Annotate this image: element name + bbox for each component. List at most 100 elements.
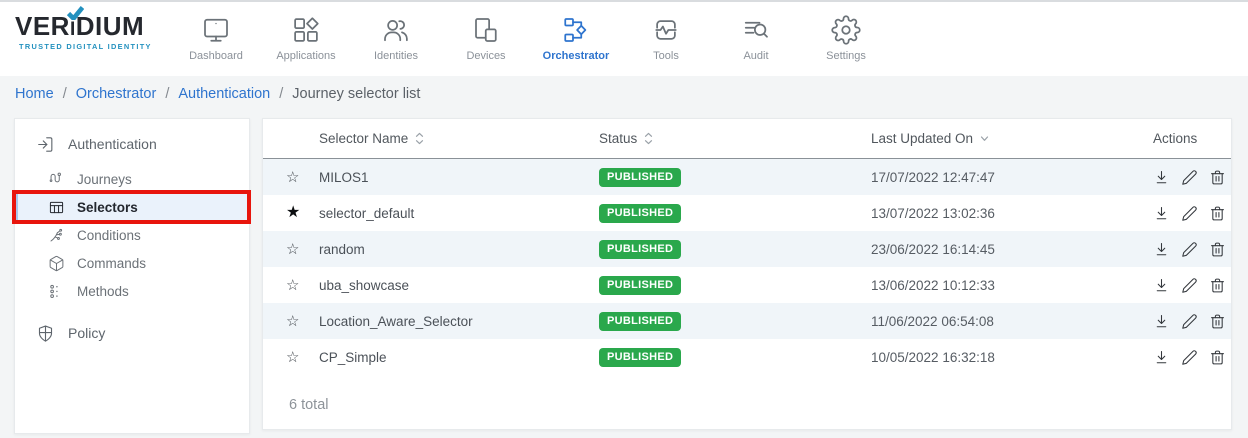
breadcrumb: Home / Orchestrator / Authentication / J… xyxy=(15,86,420,102)
table-row[interactable]: ☆ random PUBLISHED 23/06/2022 16:14:45 xyxy=(263,231,1231,267)
delete-button[interactable] xyxy=(1209,169,1226,186)
column-header-actions: Actions xyxy=(1131,131,1231,146)
nav-item-settings[interactable]: Settings xyxy=(801,2,891,78)
download-button[interactable] xyxy=(1153,241,1170,258)
brand-tagline: TRUSTED DIGITAL IDENTITY xyxy=(15,42,152,51)
delete-button[interactable] xyxy=(1209,205,1226,222)
favorite-star[interactable]: ☆ xyxy=(263,170,307,185)
breadcrumb-link-home[interactable]: Home xyxy=(15,86,54,102)
check-swoosh-icon xyxy=(67,5,84,24)
sidebar-item-authentication[interactable]: Authentication xyxy=(15,130,249,158)
selector-name-cell: selector_default xyxy=(307,206,591,221)
column-header-last-updated[interactable]: Last Updated On xyxy=(861,131,1131,146)
edit-button[interactable] xyxy=(1181,313,1198,330)
row-actions xyxy=(1131,241,1231,258)
nav-item-label: Tools xyxy=(653,50,679,62)
nav-item-label: Audit xyxy=(743,50,768,62)
sidebar-item-label: Selectors xyxy=(77,200,138,215)
sidebar-item-policy[interactable]: Policy xyxy=(15,319,249,347)
row-actions xyxy=(1131,313,1231,330)
download-button[interactable] xyxy=(1153,349,1170,366)
sidebar-item-commands[interactable]: Commands xyxy=(15,249,249,277)
sidebar-item-label: Conditions xyxy=(77,228,141,243)
delete-button[interactable] xyxy=(1209,349,1226,366)
nav-item-audit[interactable]: Audit xyxy=(711,2,801,78)
sidebar-item-methods[interactable]: Methods xyxy=(15,277,249,305)
identities-people-icon xyxy=(381,13,411,47)
login-icon xyxy=(36,135,55,154)
edit-button[interactable] xyxy=(1181,241,1198,258)
sort-desc-icon[interactable] xyxy=(980,135,989,143)
nav-item-label: Devices xyxy=(466,50,505,62)
table-footer: 6 total xyxy=(263,375,1231,413)
edit-button[interactable] xyxy=(1181,349,1198,366)
row-actions xyxy=(1131,277,1231,294)
sidebar-item-conditions[interactable]: Conditions xyxy=(15,221,249,249)
updated-on-cell: 17/07/2022 12:47:47 xyxy=(861,170,1131,185)
sidebar: Authentication Journeys Selectors Condit… xyxy=(14,118,250,434)
status-badge: PUBLISHED xyxy=(599,240,681,259)
sort-both-icon[interactable] xyxy=(644,132,653,145)
sidebar-item-label: Methods xyxy=(77,284,129,299)
status-badge: PUBLISHED xyxy=(599,312,681,331)
favorite-star[interactable]: ★ xyxy=(263,205,307,221)
devices-icon xyxy=(471,13,501,47)
table-row[interactable]: ☆ MILOS1 PUBLISHED 17/07/2022 12:47:47 xyxy=(263,159,1231,195)
total-count: 6 total xyxy=(289,397,329,413)
sidebar-item-selectors[interactable]: Selectors xyxy=(15,193,249,221)
table-row[interactable]: ☆ uba_showcase PUBLISHED 13/06/2022 10:1… xyxy=(263,267,1231,303)
nav-item-identities[interactable]: Identities xyxy=(351,2,441,78)
download-button[interactable] xyxy=(1153,169,1170,186)
nav-item-label: Settings xyxy=(826,50,866,62)
download-button[interactable] xyxy=(1153,205,1170,222)
breadcrumb-link-orchestrator[interactable]: Orchestrator xyxy=(76,86,157,102)
edit-button[interactable] xyxy=(1181,169,1198,186)
favorite-star[interactable]: ☆ xyxy=(263,278,307,293)
column-header-selector-name[interactable]: Selector Name xyxy=(307,131,591,146)
gear-icon xyxy=(831,13,861,47)
nav-item-dashboard[interactable]: Dashboard xyxy=(171,2,261,78)
sidebar-auth-children: Journeys Selectors Conditions Commands M… xyxy=(15,165,249,305)
app-grid-icon xyxy=(291,13,321,47)
nav-item-tools[interactable]: Tools xyxy=(621,2,711,78)
selector-name-cell: Location_Aware_Selector xyxy=(307,314,591,329)
table-row[interactable]: ☆ Location_Aware_Selector PUBLISHED 11/0… xyxy=(263,303,1231,339)
download-button[interactable] xyxy=(1153,277,1170,294)
table-header: Selector Name Status Last Updated On Act… xyxy=(263,119,1231,159)
nav-item-label: Dashboard xyxy=(189,50,243,62)
updated-on-cell: 23/06/2022 16:14:45 xyxy=(861,242,1131,257)
breadcrumb-separator: / xyxy=(63,86,67,102)
nav-item-devices[interactable]: Devices xyxy=(441,2,531,78)
selector-name-cell: MILOS1 xyxy=(307,170,591,185)
favorite-star[interactable]: ☆ xyxy=(263,350,307,365)
delete-button[interactable] xyxy=(1209,313,1226,330)
edit-button[interactable] xyxy=(1181,277,1198,294)
table-row[interactable]: ★ selector_default PUBLISHED 13/07/2022 … xyxy=(263,195,1231,231)
app-window: { "brand": { "wordmark_left": "VER", "wo… xyxy=(0,0,1248,438)
updated-on-cell: 11/06/2022 06:54:08 xyxy=(861,314,1131,329)
nav-item-applications[interactable]: Applications xyxy=(261,2,351,78)
download-button[interactable] xyxy=(1153,313,1170,330)
nav-item-label: Applications xyxy=(276,50,335,62)
sidebar-item-journeys[interactable]: Journeys xyxy=(15,165,249,193)
favorite-star[interactable]: ☆ xyxy=(263,242,307,257)
method-dots-icon xyxy=(48,283,65,300)
table-grid-icon xyxy=(48,199,65,216)
updated-on-cell: 13/06/2022 10:12:33 xyxy=(861,278,1131,293)
updated-on-cell: 10/05/2022 16:32:18 xyxy=(861,350,1131,365)
delete-button[interactable] xyxy=(1209,277,1226,294)
table-body: ☆ MILOS1 PUBLISHED 17/07/2022 12:47:47 ★… xyxy=(263,159,1231,375)
breadcrumb-link-authentication[interactable]: Authentication xyxy=(178,86,270,102)
nav-item-orchestrator[interactable]: Orchestrator xyxy=(531,2,621,78)
status-badge: PUBLISHED xyxy=(599,204,681,223)
row-actions xyxy=(1131,205,1231,222)
sort-both-icon[interactable] xyxy=(415,132,424,145)
column-header-status[interactable]: Status xyxy=(591,131,861,146)
favorite-star[interactable]: ☆ xyxy=(263,314,307,329)
shield-icon xyxy=(36,324,55,343)
table-row[interactable]: ☆ CP_Simple PUBLISHED 10/05/2022 16:32:1… xyxy=(263,339,1231,375)
row-actions xyxy=(1131,169,1231,186)
delete-button[interactable] xyxy=(1209,241,1226,258)
edit-button[interactable] xyxy=(1181,205,1198,222)
brand-logo[interactable]: VERIDIUM TRUSTED DIGITAL IDENTITY xyxy=(15,13,152,51)
